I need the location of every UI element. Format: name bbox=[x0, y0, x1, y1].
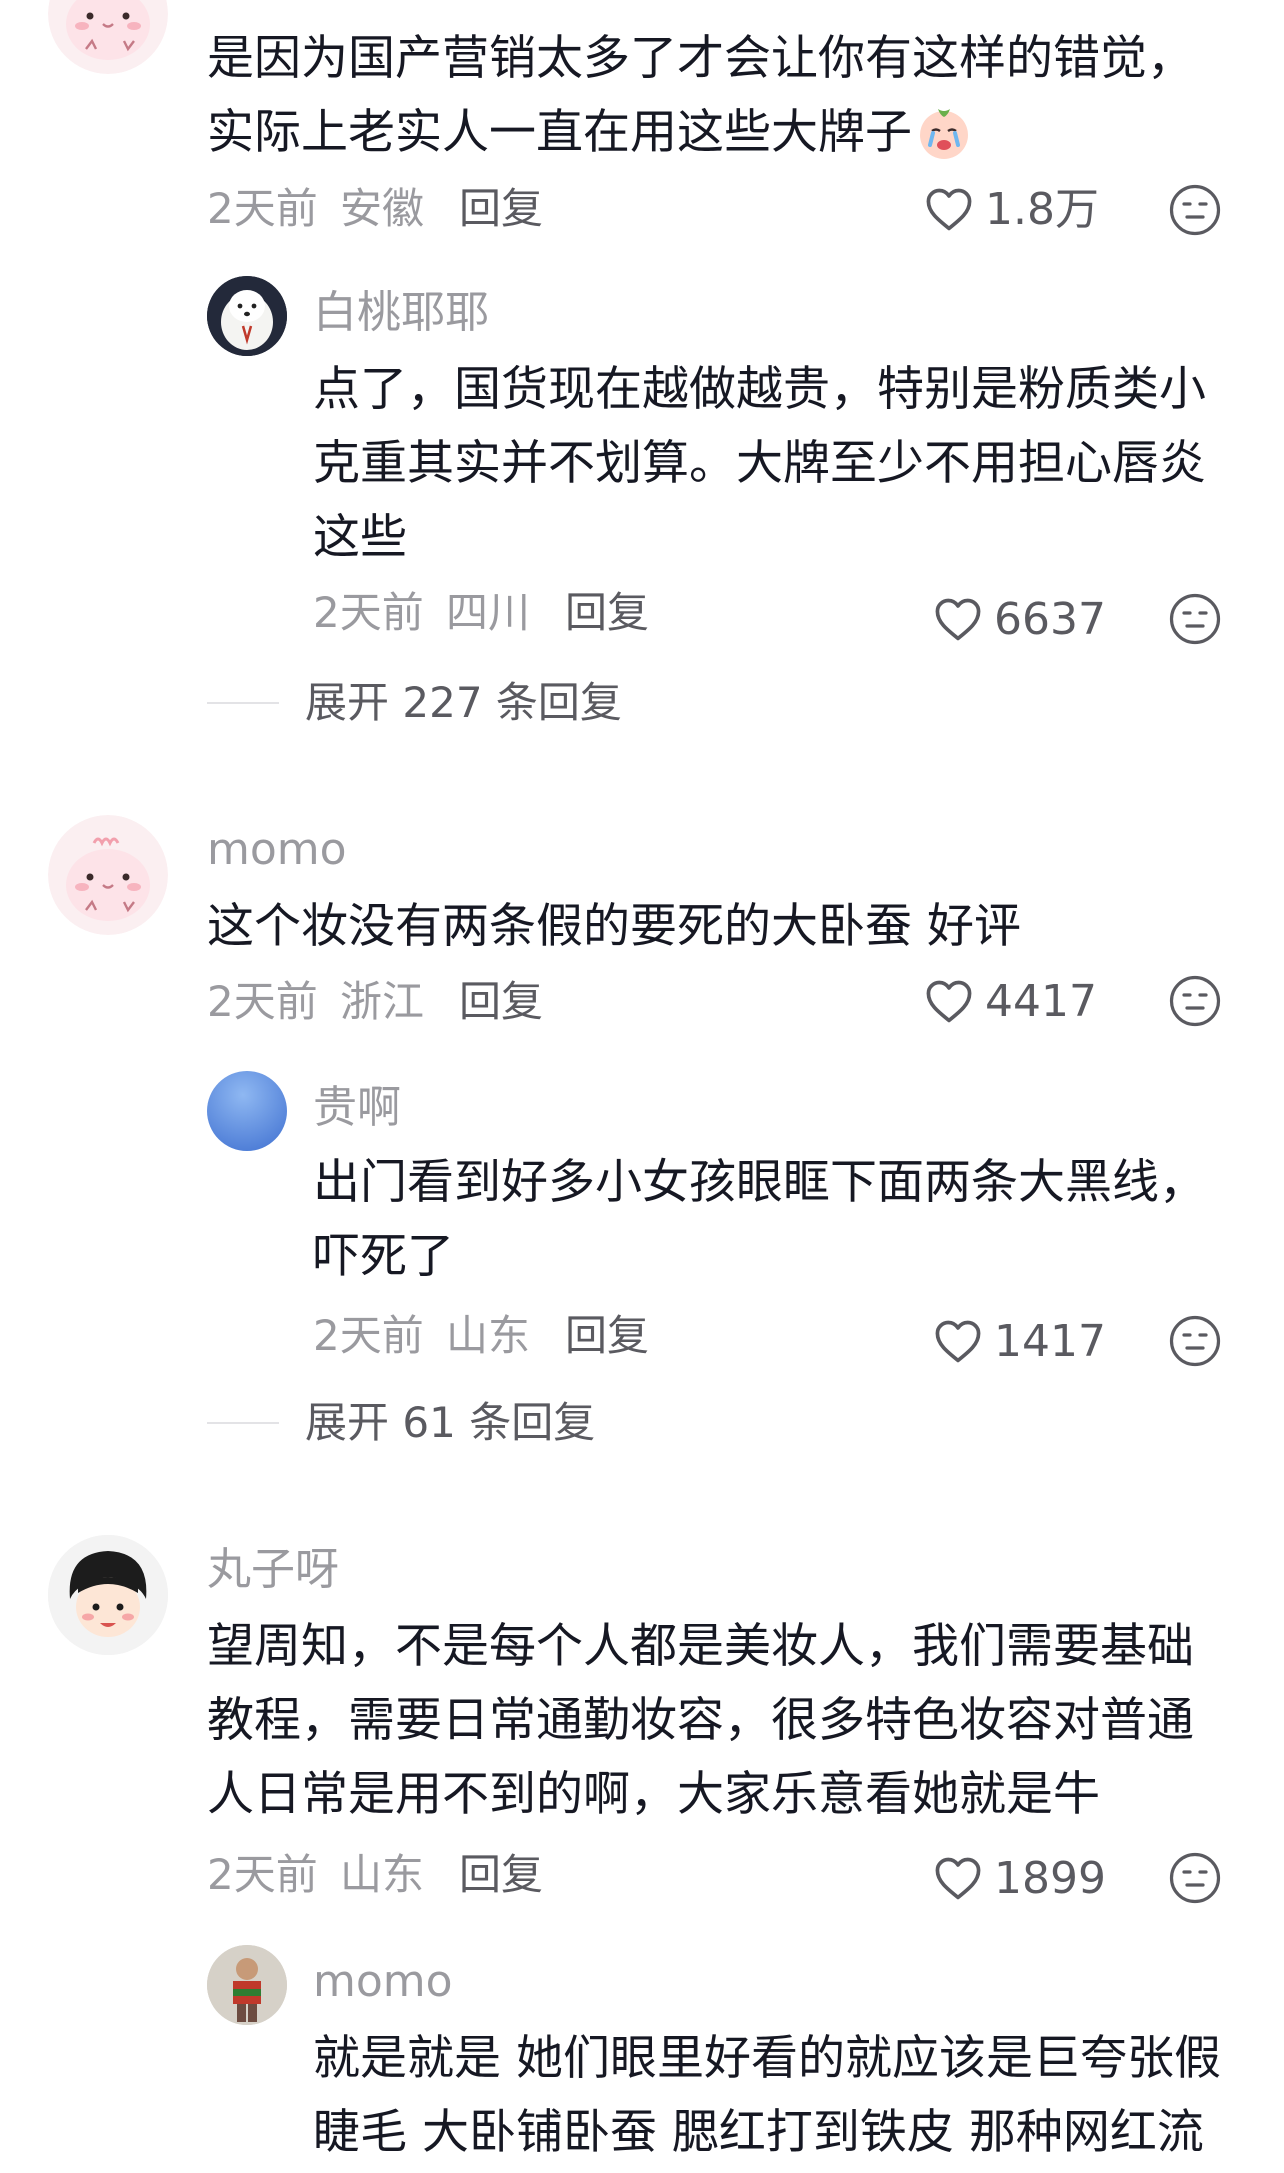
like-count: 1417 bbox=[994, 1316, 1106, 1367]
dog-avatar-icon bbox=[207, 276, 287, 356]
heart-outline-icon bbox=[932, 1316, 984, 1368]
comment-location: 山东 bbox=[340, 1850, 425, 1899]
comment-username[interactable]: momo bbox=[207, 822, 347, 878]
person-avatar-icon bbox=[207, 1945, 287, 2025]
comment-text-line: 教程，需要日常通勤妆容，很多特色妆容对普通 bbox=[207, 1693, 1194, 1748]
like-count: 1.8万 bbox=[985, 184, 1099, 235]
comment-text: 望周知，不是每个人都是美妆人，我们需要基础 教程，需要日常通勤妆容，很多特色妆容… bbox=[207, 1610, 1267, 1832]
reply-text-line: 就是就是 她们眼里好看的就应该是巨夸张假 bbox=[313, 2031, 1221, 2086]
like-button[interactable]: 6637 bbox=[932, 590, 1106, 650]
comment-text-line: 这个妆没有两条假的要死的大卧蚕 好评 bbox=[207, 899, 1021, 954]
comment-time: 2天前 bbox=[207, 977, 318, 1026]
comment-text: 是因为国产营销太多了才会让你有这样的错觉， 实际上老实人一直在用这些大牌子 bbox=[207, 22, 1237, 170]
neutral-face-icon[interactable] bbox=[1168, 592, 1222, 646]
reply-button[interactable]: 回复 bbox=[459, 182, 543, 236]
like-button[interactable]: 1417 bbox=[932, 1312, 1106, 1372]
like-button[interactable]: 1.8万 bbox=[923, 180, 1099, 240]
comment-text-line: 实际上老实人一直在用这些大牌子 bbox=[207, 96, 1237, 170]
comment-text-line: 实际上老实人一直在用这些大牌子 bbox=[207, 105, 912, 160]
like-count: 1899 bbox=[994, 1853, 1106, 1904]
neutral-face-icon[interactable] bbox=[1168, 183, 1222, 237]
reply-text-line: 这些 bbox=[313, 510, 407, 565]
crying-face-emoji-icon bbox=[920, 109, 968, 159]
avatar[interactable] bbox=[48, 815, 168, 935]
divider-line bbox=[207, 1422, 279, 1424]
like-button[interactable]: 1899 bbox=[932, 1849, 1106, 1909]
heart-outline-icon bbox=[923, 184, 975, 236]
comment-time: 2天前 bbox=[207, 1850, 318, 1899]
reply-username[interactable]: 白桃耶耶 bbox=[313, 285, 489, 341]
reply-location: 山东 bbox=[446, 1311, 531, 1360]
reply-username[interactable]: momo bbox=[313, 1954, 453, 2010]
reply-text-line: 点了，国货现在越做越贵，特别是粉质类小 bbox=[313, 362, 1206, 417]
reply-avatar[interactable] bbox=[207, 1071, 287, 1151]
heart-outline-icon bbox=[932, 1853, 984, 1905]
neutral-face-icon[interactable] bbox=[1168, 1314, 1222, 1368]
comment-text-line: 望周知，不是每个人都是美妆人，我们需要基础 bbox=[207, 1619, 1194, 1674]
comment-text-line: 人日常是用不到的啊，大家乐意看她就是牛 bbox=[207, 1767, 1100, 1822]
reply-text: 就是就是 她们眼里好看的就应该是巨夸张假 睫毛 大卧铺卧蚕 腮红打到铁皮 那种网… bbox=[313, 2022, 1273, 2170]
reply-text: 点了，国货现在越做越贵，特别是粉质类小 克重其实并不划算。大牌至少不用担心唇炎 … bbox=[313, 353, 1243, 575]
expand-replies[interactable]: 展开 61 条回复 bbox=[207, 1396, 595, 1450]
cartoon-girl-avatar-icon bbox=[48, 1535, 168, 1655]
comment-username[interactable]: 丸子呀 bbox=[207, 1542, 339, 1598]
comment-location: 浙江 bbox=[340, 977, 425, 1026]
reply-time: 2天前 bbox=[313, 1311, 424, 1360]
expand-replies-label[interactable]: 展开 227 条回复 bbox=[305, 676, 622, 730]
reply-button[interactable]: 回复 bbox=[565, 1309, 649, 1363]
like-count: 4417 bbox=[985, 976, 1097, 1027]
reply-button[interactable]: 回复 bbox=[459, 975, 543, 1029]
reply-text: 出门看到好多小女孩眼眶下面两条大黑线， 吓死了 bbox=[313, 1146, 1243, 1294]
divider-line bbox=[207, 702, 279, 704]
reply-text-line: 克重其实并不划算。大牌至少不用担心唇炎 bbox=[313, 436, 1206, 491]
like-count: 6637 bbox=[994, 594, 1106, 645]
heart-outline-icon bbox=[932, 594, 984, 646]
comment-time: 2天前 bbox=[207, 184, 318, 233]
heart-outline-icon bbox=[923, 976, 975, 1028]
reply-location: 四川 bbox=[446, 588, 531, 637]
avatar[interactable] bbox=[48, 1535, 168, 1655]
avatar[interactable] bbox=[48, 0, 168, 74]
neutral-face-icon[interactable] bbox=[1168, 974, 1222, 1028]
reply-text-line: 吓死了 bbox=[313, 1229, 454, 1284]
expand-replies[interactable]: 展开 227 条回复 bbox=[207, 676, 622, 730]
comment-text-line: 是因为国产营销太多了才会让你有这样的错觉， bbox=[207, 31, 1194, 86]
reply-username[interactable]: 贵啊 bbox=[313, 1080, 401, 1136]
reply-button[interactable]: 回复 bbox=[565, 586, 649, 640]
reply-text-line: 出门看到好多小女孩眼眶下面两条大黑线， bbox=[313, 1155, 1206, 1210]
reply-button[interactable]: 回复 bbox=[459, 1848, 543, 1902]
reply-time: 2天前 bbox=[313, 588, 424, 637]
comment-location: 安徽 bbox=[340, 184, 425, 233]
expand-replies-label[interactable]: 展开 61 条回复 bbox=[305, 1396, 595, 1450]
neutral-face-icon[interactable] bbox=[1168, 1851, 1222, 1905]
comment-text: 这个妆没有两条假的要死的大卧蚕 好评 bbox=[207, 890, 1237, 964]
like-button[interactable]: 4417 bbox=[923, 972, 1097, 1032]
reply-avatar[interactable] bbox=[207, 1945, 287, 2025]
reply-text-line: 睫毛 大卧铺卧蚕 腮红打到铁皮 那种网红流 bbox=[313, 2105, 1204, 2160]
reply-avatar[interactable] bbox=[207, 276, 287, 356]
